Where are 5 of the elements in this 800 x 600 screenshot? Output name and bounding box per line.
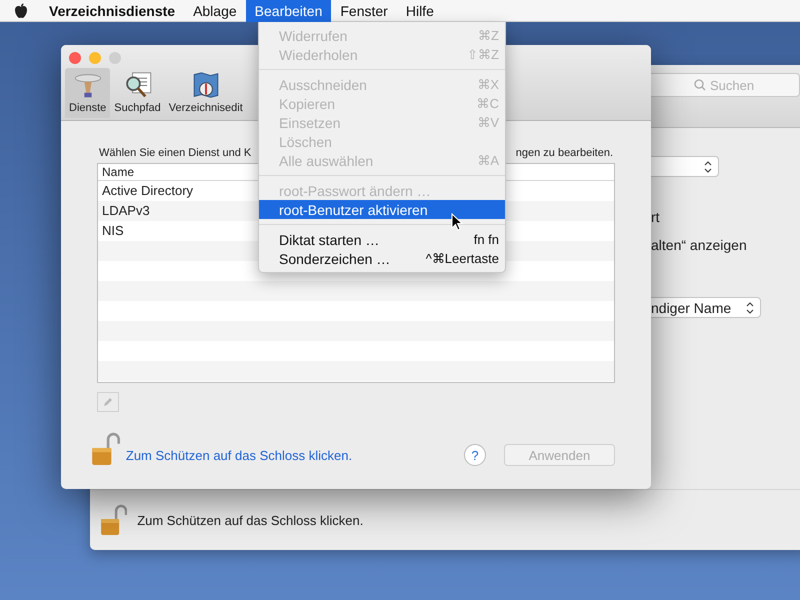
instruction-text: ngen zu bearbeiten.	[516, 147, 613, 159]
option-label: rt	[651, 209, 660, 225]
lock-hint: Zum Schützen auf das Schloss klicken.	[137, 512, 364, 528]
instruction-text: Wählen Sie einen Dienst und K	[99, 147, 252, 159]
option-label: alten“ anzeigen	[651, 237, 747, 253]
